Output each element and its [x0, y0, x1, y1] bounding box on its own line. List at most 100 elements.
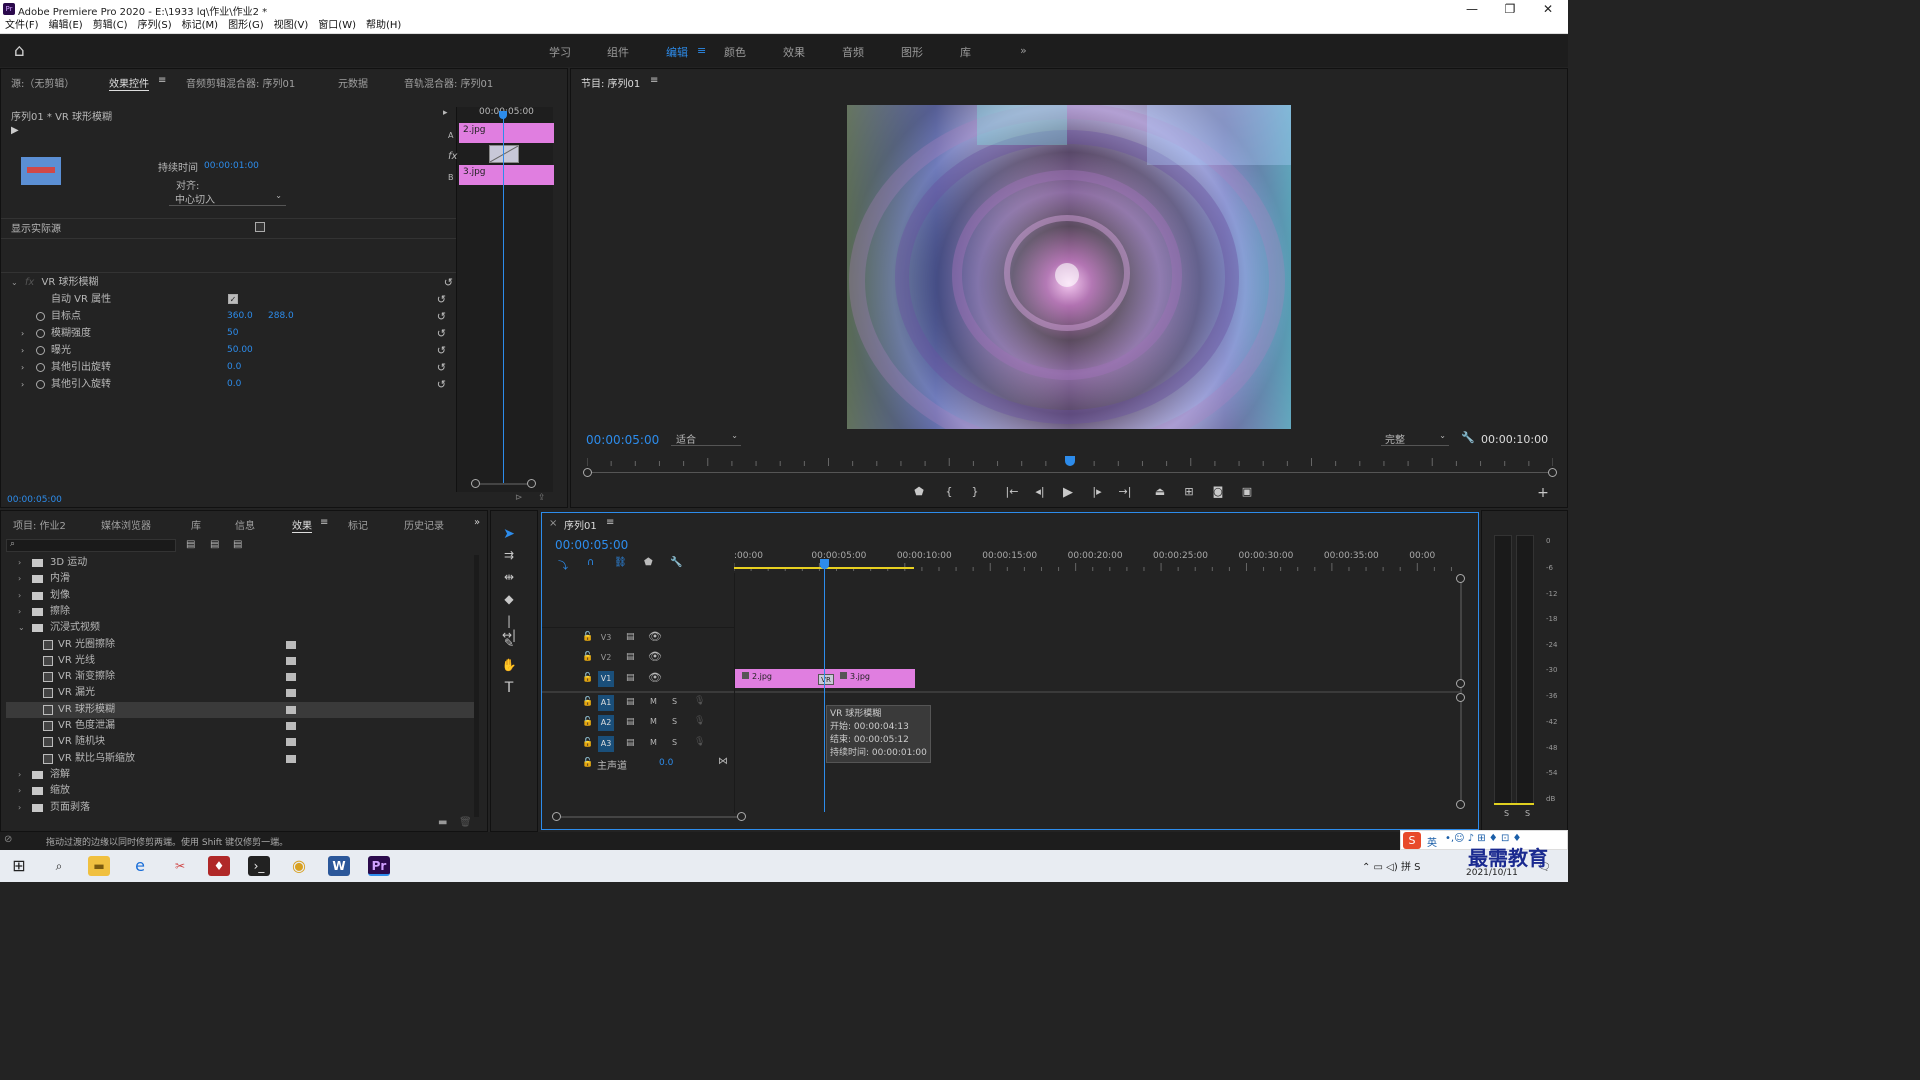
solo-button[interactable]: S: [672, 697, 677, 706]
add-button-icon[interactable]: +: [1535, 485, 1551, 501]
stopwatch-icon[interactable]: [36, 380, 45, 389]
program-playhead[interactable]: [1065, 456, 1075, 466]
windows-start-icon[interactable]: ⊞: [8, 856, 30, 876]
snipaste-icon[interactable]: ✂: [169, 856, 191, 876]
ec-clip-b[interactable]: 3.jpg: [459, 165, 554, 185]
sequence-menu-icon[interactable]: ≡: [606, 517, 614, 528]
v-scroll-handle-audio[interactable]: [1456, 693, 1465, 702]
workspace-libraries[interactable]: 库: [960, 44, 971, 60]
tab-markers[interactable]: 标记: [348, 517, 368, 532]
solo-left-button[interactable]: S: [1504, 809, 1509, 818]
mark-in-icon[interactable]: {: [941, 485, 957, 498]
tab-audio-clip-mixer[interactable]: 音频剪辑混合器: 序列01: [186, 75, 295, 90]
menu-help[interactable]: 帮助(H): [361, 18, 406, 34]
filter-icon[interactable]: ⊳: [515, 493, 523, 503]
mute-button[interactable]: M: [650, 717, 657, 726]
sequence-tab[interactable]: 序列01: [564, 517, 597, 532]
lift-icon[interactable]: ⏏: [1152, 485, 1168, 498]
effects-folder[interactable]: ⌄ 沉浸式视频: [6, 620, 476, 636]
menu-view[interactable]: 视图(V): [269, 18, 314, 34]
clip-3jpg[interactable]: 3.jpg: [840, 672, 870, 681]
expand-chevron-icon[interactable]: ›: [21, 342, 24, 359]
home-icon[interactable]: ⌂: [14, 41, 25, 61]
effects-folder[interactable]: › 3D 运动: [6, 555, 476, 571]
ec-zoom-scrollbar[interactable]: [471, 483, 533, 485]
add-marker-icon[interactable]: ⬟: [644, 557, 653, 568]
v-scroll-handle-top[interactable]: [1456, 574, 1465, 583]
search-icon[interactable]: ⌕: [48, 856, 70, 876]
ec-playhead[interactable]: [503, 113, 504, 483]
word-icon[interactable]: W: [328, 856, 350, 876]
workspace-audio[interactable]: 音频: [842, 44, 864, 60]
workspace-color[interactable]: 颜色: [724, 44, 746, 60]
effects-folder[interactable]: › 溶解: [6, 767, 476, 783]
effects-folder[interactable]: › 划像: [6, 588, 476, 604]
workspace-editing[interactable]: 编辑: [666, 44, 688, 60]
workspace-learn[interactable]: 学习: [549, 44, 571, 60]
effects-folder[interactable]: › 内滑: [6, 571, 476, 587]
microphone-icon[interactable]: 🎙: [694, 696, 705, 706]
tab-media-browser[interactable]: 媒体浏览器: [101, 517, 151, 532]
expand-chevron-icon[interactable]: ›: [21, 376, 24, 393]
ec-zoom-handle-right[interactable]: [527, 479, 536, 488]
chevron-right-icon[interactable]: ›: [18, 571, 21, 587]
sogou-icon[interactable]: S: [1403, 832, 1421, 849]
tab-audio-track-mixer[interactable]: 音轨混合器: 序列01: [404, 75, 493, 90]
reset-icon[interactable]: ↺: [437, 291, 446, 308]
tab-effects[interactable]: 效果: [292, 517, 312, 533]
terminal-icon[interactable]: ›_: [248, 856, 270, 876]
v-scroll-handle-mid[interactable]: [1456, 679, 1465, 688]
32bit-effects-icon[interactable]: ▤: [210, 539, 219, 550]
wrench-icon[interactable]: 🔧: [1461, 431, 1475, 444]
minimize-button[interactable]: —: [1454, 0, 1490, 18]
reset-icon[interactable]: ↺: [437, 376, 446, 393]
yuv-effects-icon[interactable]: ▤: [233, 539, 242, 550]
effects-menu-icon[interactable]: ≡: [320, 517, 328, 528]
reset-icon[interactable]: ↺: [437, 359, 446, 376]
menu-edit[interactable]: 编辑(E): [44, 18, 88, 34]
effects-folder[interactable]: › 页面剥落: [6, 800, 476, 816]
file-explorer-icon[interactable]: ▬: [88, 856, 110, 876]
program-menu-icon[interactable]: ≡: [650, 75, 658, 86]
h-scroll-handle-left[interactable]: [552, 812, 561, 821]
close-button[interactable]: ✕: [1530, 0, 1566, 18]
accelerated-effects-icon[interactable]: ▤: [186, 539, 195, 550]
menu-marker[interactable]: 标记(M): [177, 18, 223, 34]
ripple-edit-tool-icon[interactable]: ⇹: [500, 570, 518, 588]
sequence-timecode[interactable]: 00:00:05:00: [555, 538, 628, 552]
delete-icon[interactable]: 🗑: [459, 817, 472, 828]
comparison-view-icon[interactable]: ▣: [1239, 485, 1255, 498]
marker-icon[interactable]: ⬟: [911, 485, 927, 498]
tab-source[interactable]: 源:（无剪辑）: [11, 75, 74, 90]
reset-icon[interactable]: ↺: [437, 342, 446, 359]
timeline-ruler[interactable]: :00:00 00:00:05:00 00:00:10:00 00:00:15:00 0…: [734, 551, 1460, 573]
chevron-right-icon[interactable]: ›: [18, 604, 21, 620]
microphone-icon[interactable]: 🎙: [694, 716, 705, 726]
chevron-right-icon[interactable]: ›: [18, 767, 21, 783]
play-icon[interactable]: ▶: [1060, 485, 1076, 500]
workspace-effects[interactable]: 效果: [783, 44, 805, 60]
solo-button[interactable]: S: [672, 738, 677, 747]
ec-clip-a[interactable]: 2.jpg: [459, 123, 554, 143]
effects-item[interactable]: VR 漏光: [6, 685, 476, 701]
chevron-right-icon[interactable]: ›: [18, 588, 21, 604]
tab-metadata[interactable]: 元数据: [338, 75, 368, 90]
mark-out-icon[interactable]: }: [967, 485, 983, 498]
export-icon[interactable]: ⇪: [538, 493, 546, 503]
tab-project[interactable]: 项目: 作业2: [13, 517, 66, 532]
effects-item[interactable]: VR 光线: [6, 653, 476, 669]
ec-current-time[interactable]: 00:00:05:00: [7, 495, 62, 505]
panel-menu-icon[interactable]: ≡: [158, 75, 166, 86]
solo-button[interactable]: S: [672, 717, 677, 726]
effects-item[interactable]: VR 随机块: [6, 734, 476, 750]
type-tool-icon[interactable]: T: [500, 680, 518, 698]
expand-chevron-icon[interactable]: ›: [21, 359, 24, 376]
chevron-right-icon[interactable]: ›: [18, 555, 21, 571]
timeline-h-scrollbar[interactable]: [556, 816, 742, 818]
effects-item[interactable]: VR 渐变擦除: [6, 669, 476, 685]
mute-button[interactable]: M: [650, 738, 657, 747]
eye-icon[interactable]: 👁: [648, 650, 662, 663]
expand-arrow-icon[interactable]: ▸: [443, 108, 448, 118]
selection-tool-icon[interactable]: ➤: [500, 526, 518, 544]
chrome-icon[interactable]: ◉: [288, 856, 310, 876]
